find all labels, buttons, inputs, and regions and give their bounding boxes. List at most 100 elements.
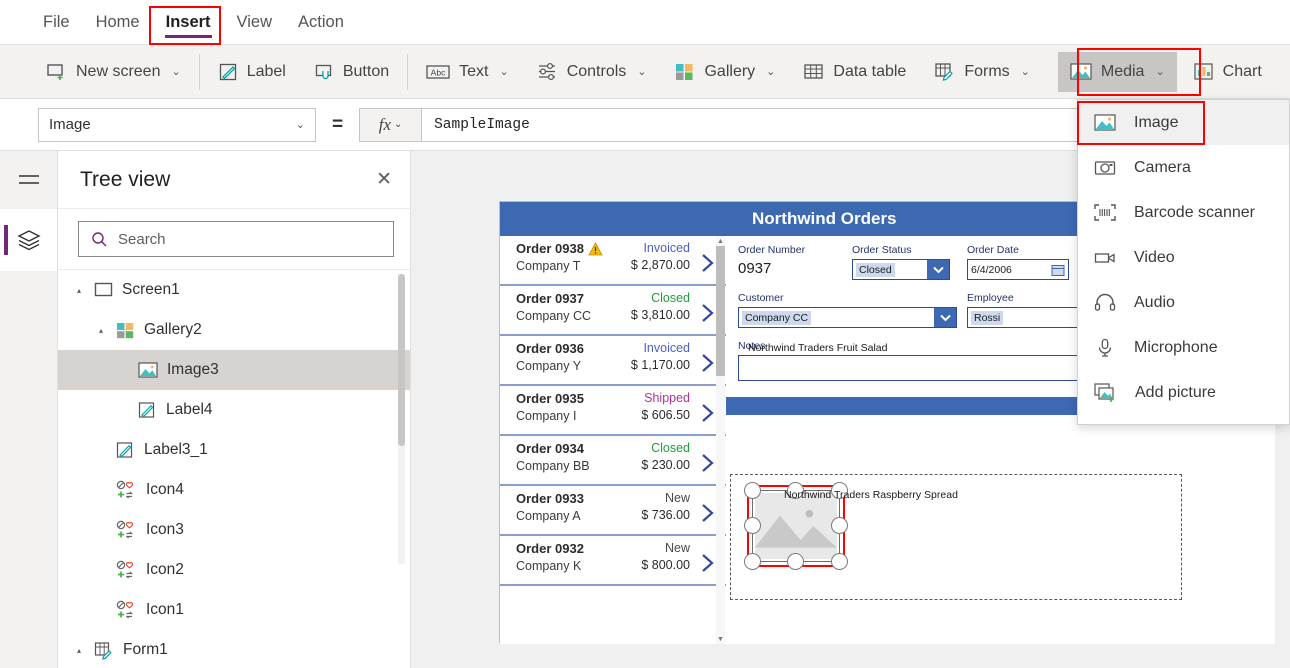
order-status-field: Order Status Closed <box>852 244 950 280</box>
tree-item-icon2[interactable]: Icon2 <box>58 550 410 590</box>
media-menu-item-image[interactable]: Image <box>1078 100 1289 145</box>
data-table-button[interactable]: Data table <box>791 52 918 92</box>
media-menu-item-barcode-scanner[interactable]: Barcode scanner <box>1078 190 1289 235</box>
chevron-right-icon[interactable] <box>696 491 718 534</box>
tree-item-label: Label4 <box>166 401 213 418</box>
data-table-icon <box>803 61 824 82</box>
text-button[interactable]: Abc Text ⌄ <box>414 52 521 92</box>
tree-item-label: Label3_1 <box>144 441 208 458</box>
tree-item-label3-1[interactable]: Label3_1 <box>58 430 410 470</box>
chevron-down-icon[interactable] <box>934 308 956 327</box>
menu-item-view[interactable]: View <box>224 7 285 38</box>
chevron-right-icon[interactable] <box>696 241 718 284</box>
tree-item-gallery2[interactable]: ▴ Gallery2 <box>58 310 410 350</box>
tree-item-image3[interactable]: Image3 <box>58 350 410 390</box>
media-button[interactable]: Media ⌄ <box>1057 51 1177 92</box>
button-label: Button <box>342 62 390 80</box>
resize-handle-sw[interactable] <box>744 553 761 570</box>
active-indicator-bar <box>4 225 8 255</box>
scroll-up-icon[interactable]: ▲ <box>716 236 725 246</box>
gallery-row[interactable]: Order 0938 Company T Invoiced $ 2,870.00 <box>500 236 726 286</box>
resize-handle-s[interactable] <box>787 553 804 570</box>
hamburger-menu-button[interactable] <box>0 151 57 209</box>
gallery-row-left: Order 0934 Company BB <box>516 441 614 484</box>
chart-button[interactable]: Chart <box>1181 52 1274 92</box>
gallery-row[interactable]: Order 0936 Company Y Invoiced $ 1,170.00 <box>500 336 726 386</box>
media-menu-item-microphone[interactable]: Microphone <box>1078 325 1289 370</box>
text-label: Text <box>459 62 489 80</box>
gallery-scrollbar-thumb[interactable] <box>716 246 725 376</box>
customer-value: Company CC <box>742 310 812 325</box>
twisty-icon[interactable]: ▴ <box>72 286 86 295</box>
twisty-icon[interactable]: ▴ <box>94 326 108 335</box>
chevron-right-icon[interactable] <box>696 341 718 384</box>
gallery-row[interactable]: Order 0933 Company A New $ 736.00 <box>500 486 726 536</box>
controls-button[interactable]: Controls ⌄ <box>525 52 659 92</box>
gallery-row[interactable]: Order 0937 Company CC Closed $ 3,810.00 <box>500 286 726 336</box>
customer-dropdown[interactable]: Company CC <box>738 307 957 328</box>
gallery-row-right: Closed $ 230.00 <box>614 441 696 484</box>
menu-item-insert[interactable]: Insert <box>153 7 224 38</box>
gallery-row[interactable]: Order 0934 Company BB Closed $ 230.00 <box>500 436 726 486</box>
tree-item-screen1[interactable]: ▴ Screen1 <box>58 270 410 310</box>
image-icon <box>138 361 159 379</box>
menu-item-action[interactable]: Action <box>285 7 357 38</box>
order-number-wrap: Order 0934 <box>516 441 614 456</box>
chevron-right-icon[interactable] <box>696 441 718 484</box>
gallery-row-right: Closed $ 3,810.00 <box>614 291 696 334</box>
calendar-icon[interactable] <box>1049 262 1066 277</box>
resize-handle-w[interactable] <box>744 517 761 534</box>
fx-button[interactable]: fx ⌄ <box>359 107 422 142</box>
media-menu-item-label: Video <box>1134 248 1175 266</box>
gallery-row-left: Order 0933 Company A <box>516 491 614 534</box>
media-menu-item-add-picture[interactable]: Add picture <box>1078 370 1289 415</box>
media-menu-item-camera[interactable]: Camera <box>1078 145 1289 190</box>
gallery-button[interactable]: Gallery ⌄ <box>662 52 787 92</box>
tree-item-icon3[interactable]: Icon3 <box>58 510 410 550</box>
tree-item-icon4[interactable]: Icon4 <box>58 470 410 510</box>
chevron-down-icon[interactable] <box>927 260 949 279</box>
new-screen-button[interactable]: New screen ⌄ <box>34 52 193 92</box>
order-number: Order 0938 <box>516 241 584 256</box>
search-input[interactable]: Search <box>78 221 394 257</box>
controls-sliders-icon <box>537 61 558 82</box>
image-placeholder <box>755 493 837 559</box>
order-details-gallery: Northwind Traders Raspberry Spread <box>730 474 1182 600</box>
screen-icon <box>94 281 114 299</box>
chevron-right-icon[interactable] <box>696 291 718 334</box>
tree-scrollbar-thumb[interactable] <box>398 274 405 446</box>
resize-handle-e[interactable] <box>831 517 848 534</box>
gallery-row-right: Invoiced $ 2,870.00 <box>614 241 696 284</box>
gallery-row[interactable]: Order 0932 Company K New $ 800.00 <box>500 536 726 586</box>
media-menu-item-audio[interactable]: Audio <box>1078 280 1289 325</box>
tree-view-panel: Tree view ✕ Search ▴ Screen1 ▴ Gallery2 … <box>58 151 411 668</box>
company-name: Company A <box>516 509 581 523</box>
tree-item-form1[interactable]: ▴ Form1 <box>58 630 410 665</box>
icons-group-icon <box>116 520 138 540</box>
media-menu-item-video[interactable]: Video <box>1078 235 1289 280</box>
menu-item-home[interactable]: Home <box>83 7 153 38</box>
chevron-right-icon[interactable] <box>696 391 718 434</box>
ribbon-divider <box>407 53 409 90</box>
resize-handle-se[interactable] <box>831 553 848 570</box>
gallery-grid-icon <box>116 321 136 340</box>
label-button[interactable]: Label <box>206 52 298 92</box>
resize-handle-nw[interactable] <box>744 482 761 499</box>
scroll-down-icon[interactable]: ▼ <box>716 634 725 644</box>
button-button[interactable]: Button <box>302 52 401 92</box>
rail-item-tree-view[interactable] <box>0 209 57 271</box>
twisty-icon[interactable]: ▴ <box>72 646 86 655</box>
tree-item-label4[interactable]: Label4 <box>58 390 410 430</box>
chevron-right-icon[interactable] <box>696 541 718 584</box>
close-icon[interactable]: ✕ <box>376 168 392 191</box>
forms-button[interactable]: Forms ⌄ <box>922 52 1042 92</box>
tree-item-icon1[interactable]: Icon1 <box>58 590 410 630</box>
order-date-input[interactable]: 6/4/2006 <box>967 259 1069 280</box>
forms-label: Forms <box>964 62 1010 80</box>
menu-item-file[interactable]: File <box>30 7 83 38</box>
property-dropdown[interactable]: Image ⌄ <box>38 107 316 142</box>
gallery-row[interactable]: Order 0935 Company I Shipped $ 606.50 <box>500 386 726 436</box>
order-status-dropdown[interactable]: Closed <box>852 259 950 280</box>
tree-item-label: Image3 <box>167 361 219 378</box>
barcode-icon <box>1094 203 1116 222</box>
